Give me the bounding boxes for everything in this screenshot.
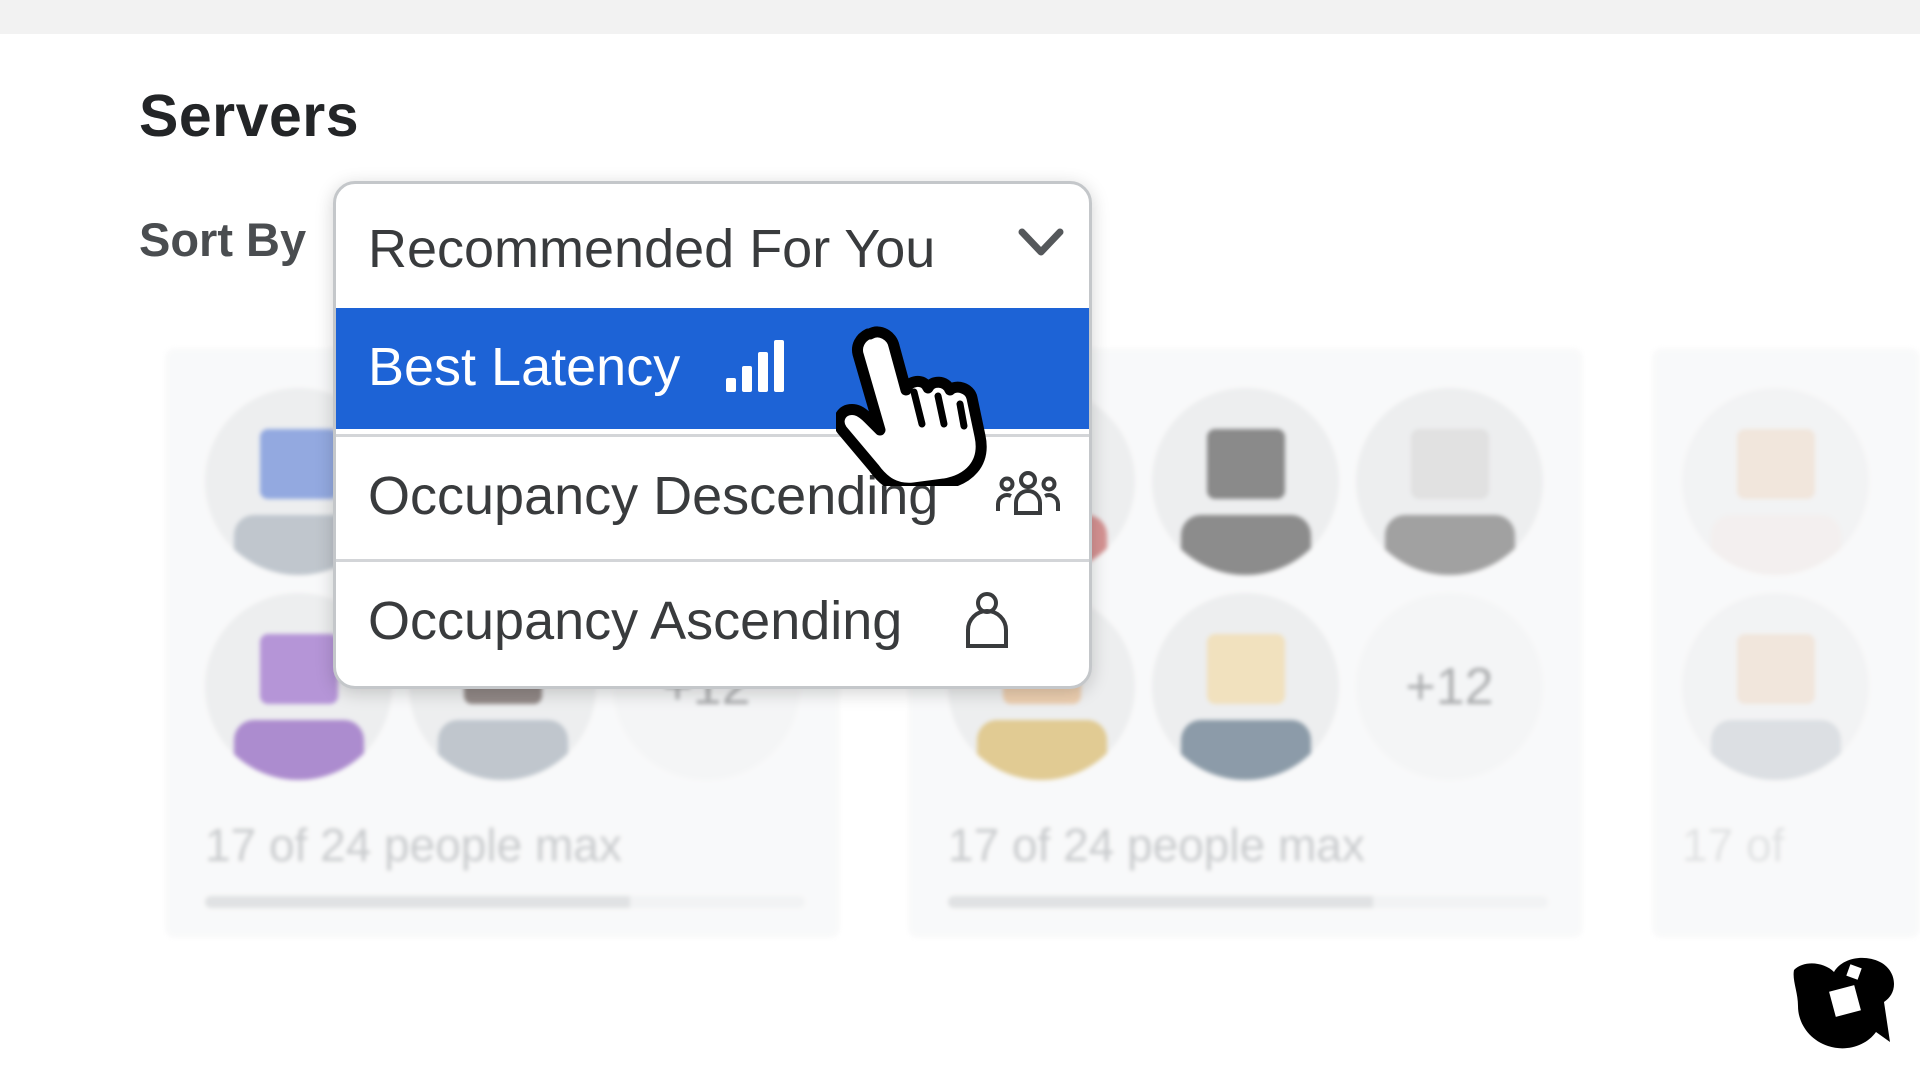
more-players-count[interactable]: +12 bbox=[1356, 593, 1543, 780]
chevron-down-icon bbox=[1018, 228, 1064, 256]
player-avatar[interactable] bbox=[1682, 388, 1869, 575]
player-avatar[interactable] bbox=[1356, 388, 1543, 575]
player-avatar[interactable] bbox=[1152, 593, 1339, 780]
server-card[interactable]: 17 of bbox=[1652, 348, 1920, 938]
occupancy-bar-fill bbox=[948, 896, 1373, 908]
occupancy-text: 17 of 24 people max bbox=[205, 819, 622, 871]
sort-dropdown-selected-value: Recommended For You bbox=[368, 219, 936, 279]
sort-option-label: Occupancy Ascending bbox=[368, 591, 903, 651]
person-icon bbox=[966, 592, 1008, 648]
occupancy-text: 17 of 24 people max bbox=[948, 819, 1365, 871]
signal-bars-icon bbox=[726, 340, 784, 392]
sort-by-label: Sort By bbox=[139, 213, 307, 266]
sort-dropdown-toggle[interactable]: Recommended For You bbox=[336, 184, 1089, 308]
sort-option-occupancy-ascending[interactable]: Occupancy Ascending bbox=[336, 559, 1089, 680]
occupancy-text: 17 of bbox=[1682, 819, 1785, 871]
player-avatar[interactable] bbox=[1152, 388, 1339, 575]
player-avatar[interactable] bbox=[1682, 593, 1869, 780]
occupancy-bar-fill bbox=[205, 896, 630, 908]
occupancy-bar bbox=[205, 896, 805, 908]
page-title: Servers bbox=[139, 83, 360, 149]
brand-logo-icon bbox=[1793, 957, 1894, 1049]
sort-option-label: Best Latency bbox=[368, 337, 681, 397]
occupancy-bar bbox=[948, 896, 1548, 908]
hand-pointer-icon bbox=[836, 326, 987, 486]
